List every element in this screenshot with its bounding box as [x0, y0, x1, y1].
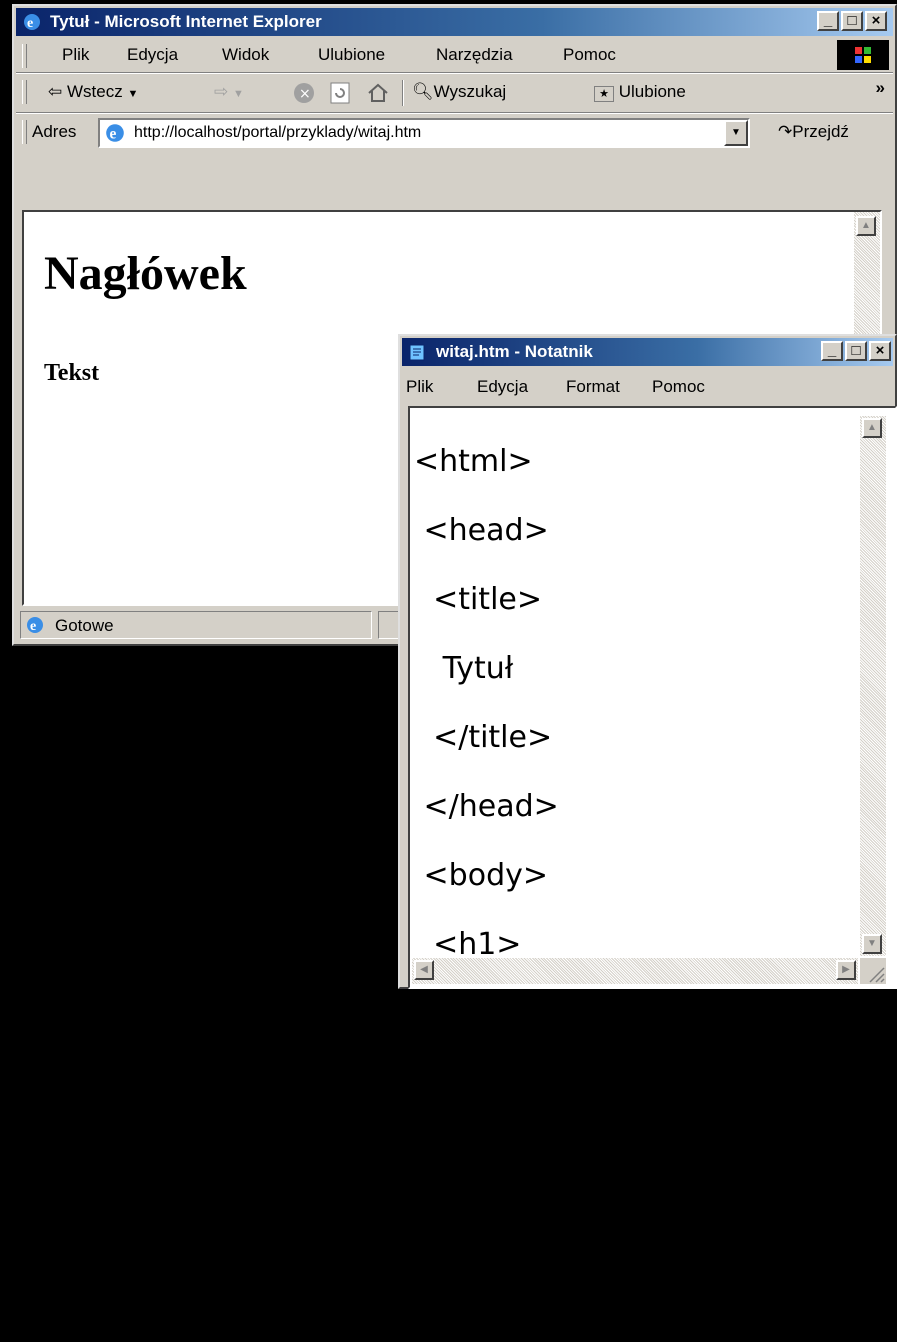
refresh-icon[interactable]: [328, 81, 352, 105]
menu-plik[interactable]: Plik: [406, 377, 433, 397]
code-line: <h1>: [414, 926, 522, 962]
menu-edycja[interactable]: Edycja: [477, 377, 528, 397]
toolbar-more-chevron[interactable]: »: [876, 78, 885, 98]
code-line: <html>: [414, 443, 533, 479]
chevron-down-icon: ▼: [731, 127, 741, 138]
notepad-title-bar[interactable]: witaj.htm - Notatnik _ □ ×: [402, 338, 893, 366]
favorites-button[interactable]: ★ Ulubione: [594, 82, 686, 102]
menu-pomoc[interactable]: Pomoc: [652, 377, 705, 397]
scroll-up-button[interactable]: ▲: [862, 418, 882, 438]
address-dropdown-button[interactable]: ▼: [724, 120, 748, 146]
stop-icon[interactable]: ×: [292, 81, 316, 105]
status-panel: e Gotowe: [20, 611, 372, 639]
toolbar-divider: [402, 80, 404, 106]
address-label: Adres: [32, 122, 77, 141]
address-url: http://localhost/portal/przyklady/witaj.…: [134, 124, 422, 141]
menu-widok[interactable]: Widok: [222, 45, 269, 65]
search-label: Wyszukaj: [433, 82, 507, 101]
menu-grip: [22, 44, 27, 68]
go-button[interactable]: ↷Przejdź: [778, 122, 849, 142]
code-line: </title>: [414, 719, 553, 755]
scroll-up-button[interactable]: ▲: [856, 216, 876, 236]
menu-format[interactable]: Format: [566, 377, 620, 397]
minimize-button[interactable]: _: [821, 341, 843, 361]
forward-button[interactable]: ⇨ ▼: [214, 82, 244, 102]
close-button[interactable]: ×: [865, 11, 887, 31]
notepad-vertical-scrollbar[interactable]: ▲ ▼: [860, 416, 886, 956]
code-line: </html>: [414, 1271, 543, 1307]
scroll-right-button[interactable]: ▶: [836, 960, 856, 980]
close-button[interactable]: ×: [869, 341, 891, 361]
code-line: </head>: [414, 788, 559, 824]
favorites-label: Ulubione: [618, 82, 686, 101]
maximize-button[interactable]: □: [841, 11, 863, 31]
svg-text:×: ×: [299, 86, 311, 102]
notepad-menu-bar: Plik Edycja Format Pomoc: [402, 372, 893, 402]
ie-icon: e: [24, 14, 40, 31]
code-line: <body>: [414, 857, 549, 893]
windows-logo-icon: [837, 40, 889, 70]
code-line: Tytuł: [414, 650, 514, 686]
search-button[interactable]: 🔍︎Wyszukaj: [412, 82, 506, 102]
notepad-icon: [409, 344, 425, 361]
svg-text:e: e: [110, 126, 117, 143]
ie-window-title: Tytuł - Microsoft Internet Explorer: [50, 12, 322, 31]
go-label: Przejdź: [792, 122, 849, 141]
address-grip: [22, 120, 27, 144]
notepad-code-text: <html> <head> <title> Tytuł </title> </h…: [414, 410, 658, 1342]
status-text: Gotowe: [55, 616, 114, 635]
ie-title-bar[interactable]: e Tytuł - Microsoft Internet Explorer _ …: [16, 8, 893, 36]
svg-text:e: e: [30, 619, 36, 634]
favorites-icon: ★: [594, 86, 614, 102]
menu-narzedzia[interactable]: Narzędzia: [436, 45, 513, 65]
code-line: <head>: [414, 512, 549, 548]
page-text: Tekst: [44, 360, 100, 386]
scroll-down-button[interactable]: ▼: [862, 934, 882, 954]
ie-menu-bar: Plik Edycja Widok Ulubione Narzędzia Pom…: [16, 40, 893, 70]
chevron-down-icon: ▼: [232, 88, 244, 100]
chevron-down-icon: ▼: [127, 88, 139, 100]
code-line: <b>Tekst</b>: [414, 1133, 659, 1169]
separator: [16, 72, 893, 74]
maximize-button[interactable]: □: [845, 341, 867, 361]
ie-address-bar: Adres e http://localhost/portal/przyklad…: [16, 116, 893, 150]
status-page-icon: e: [27, 617, 43, 634]
page-heading: Nagłówek: [44, 247, 247, 300]
resize-grip[interactable]: [860, 958, 886, 984]
menu-edycja[interactable]: Edycja: [127, 45, 178, 65]
toolbar-grip: [22, 80, 27, 104]
page-icon: e: [106, 124, 124, 143]
code-line: Nagłówek: [414, 995, 590, 1031]
back-label: Wstecz: [66, 82, 123, 101]
home-icon[interactable]: [366, 81, 390, 105]
notepad-window-title: witaj.htm - Notatnik: [436, 342, 593, 361]
svg-text:e: e: [27, 16, 33, 31]
ie-toolbar: ⇦ Wstecz ▼ ⇨ ▼ × 🔍︎Wyszukaj ★ Ulubione »: [16, 76, 893, 110]
separator: [16, 112, 893, 114]
back-button[interactable]: ⇦ Wstecz ▼: [48, 82, 138, 102]
back-arrow-icon: ⇦: [48, 82, 63, 101]
search-icon: 🔍︎: [412, 82, 434, 101]
go-arrow-icon: ↷: [778, 122, 793, 141]
menu-plik[interactable]: Plik: [62, 45, 89, 65]
code-line: <title>: [414, 581, 542, 617]
address-input[interactable]: e http://localhost/portal/przyklady/wita…: [98, 118, 750, 148]
code-line: </body>: [414, 1202, 559, 1238]
code-line: </h1>: [414, 1064, 532, 1100]
menu-ulubione[interactable]: Ulubione: [318, 45, 385, 65]
minimize-button[interactable]: _: [817, 11, 839, 31]
menu-pomoc[interactable]: Pomoc: [563, 45, 616, 65]
